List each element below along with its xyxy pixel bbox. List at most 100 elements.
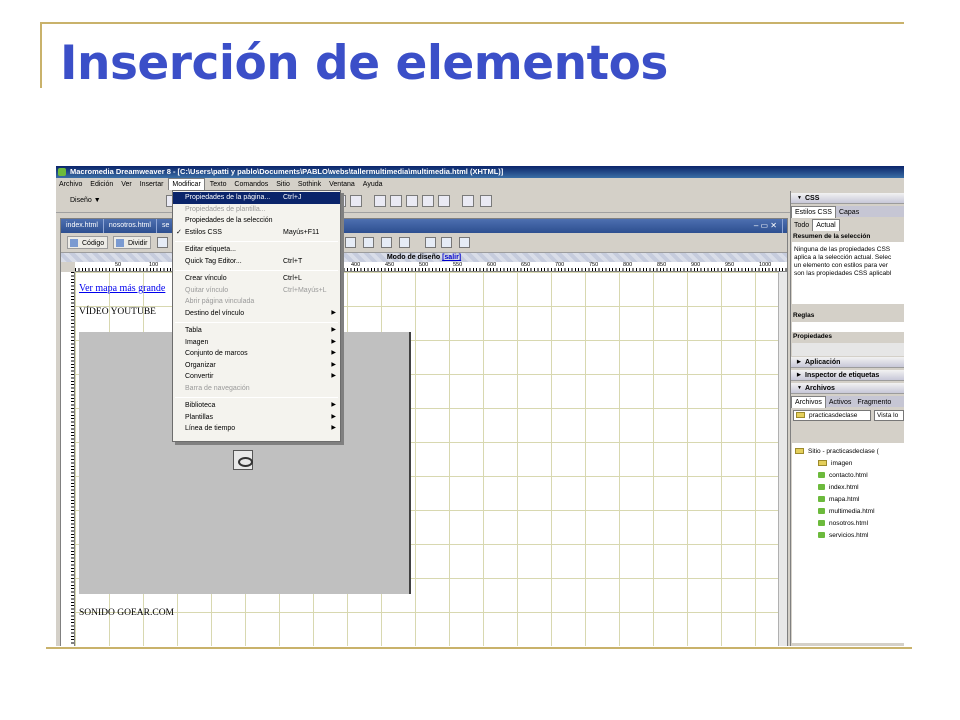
toolbar-icon[interactable]: [363, 237, 374, 248]
menu-item-image[interactable]: Imagen ▶: [173, 337, 340, 349]
vertical-scrollbar[interactable]: [778, 272, 787, 646]
file-item-mapa[interactable]: mapa.html: [818, 495, 859, 505]
design-mode-selector[interactable]: Diseño ▼: [70, 197, 101, 204]
refresh-icon[interactable]: [425, 237, 436, 248]
menu-item-page-properties[interactable]: Propiedades de la página... Ctrl+J: [173, 192, 340, 204]
submenu-arrow-icon: ▶: [331, 338, 336, 345]
summary-line: Ninguna de las propiedades CSS: [794, 246, 891, 253]
rules-label: Reglas: [793, 312, 815, 319]
menu-edicion[interactable]: Edición: [87, 178, 116, 191]
file-item-index[interactable]: index.html: [818, 483, 859, 493]
menu-item-timeline[interactable]: Línea de tiempo ▶: [173, 423, 340, 435]
toolbar-icon[interactable]: [374, 195, 386, 207]
menu-item-open-linked-page: Abrir página vinculada: [185, 298, 255, 305]
vertical-ruler: [61, 272, 75, 646]
window-controls[interactable]: – ▭ ✕: [749, 219, 783, 233]
menu-item-navigation-bar: Barra de navegación: [185, 384, 250, 392]
tab-snippets[interactable]: Fragmento: [854, 397, 894, 408]
html-file-icon: [818, 532, 825, 538]
menu-archivo[interactable]: Archivo: [56, 178, 85, 191]
toolbar-icon[interactable]: [462, 195, 474, 207]
tag-inspector-panel-header[interactable]: Inspector de etiquetas: [791, 370, 904, 381]
selection-summary-title: Resumen de la selección: [793, 233, 871, 240]
design-view-icon[interactable]: [157, 237, 168, 248]
file-item-servicios[interactable]: servicios.html: [818, 531, 868, 541]
menu-separator: [175, 270, 338, 271]
menu-item-library[interactable]: Biblioteca ▶: [173, 400, 340, 412]
menu-item-create-link[interactable]: Crear vínculo Ctrl+L: [173, 273, 340, 285]
summary-line: aplica a la selección actual. Selec: [794, 254, 892, 261]
ruler-label: 50: [115, 262, 122, 268]
submenu-arrow-icon: ▶: [331, 425, 336, 431]
menu-item-edit-tag[interactable]: Editar etiqueta...: [173, 244, 340, 256]
split-view-button[interactable]: Dividir: [113, 236, 152, 249]
slide-title: Inserción de elementos: [60, 36, 668, 91]
rules-box: [792, 322, 904, 332]
menu-item-table[interactable]: Tabla ▶: [173, 325, 340, 337]
application-panel-header[interactable]: Aplicación: [791, 357, 904, 368]
css-panel-header[interactable]: CSS: [791, 193, 904, 204]
properties-toolbar[interactable]: [792, 343, 904, 356]
menu-separator: [175, 241, 338, 242]
files-tree: Sitio - practicasdeclase ( imagen contac…: [792, 443, 904, 643]
file-item-multimedia[interactable]: multimedia.html: [818, 507, 875, 517]
files-panel-header[interactable]: Archivos: [791, 383, 904, 394]
tab-layers[interactable]: Capas: [836, 207, 862, 218]
code-view-button[interactable]: Código: [67, 236, 109, 249]
menu-ayuda[interactable]: Ayuda: [360, 178, 386, 191]
tab-index[interactable]: index.html: [61, 219, 104, 233]
html-file-icon: [818, 508, 825, 514]
tab-all[interactable]: Todo: [791, 220, 812, 231]
menu-item-templates[interactable]: Plantillas ▶: [173, 412, 340, 424]
document-toolbar: Código Dividir: [61, 233, 787, 253]
file-item-contacto[interactable]: contacto.html: [818, 471, 868, 481]
toolbar-icon[interactable]: [350, 195, 362, 207]
menu-item-css-styles[interactable]: ✓ Estilos CSS Mayús+F11: [173, 227, 340, 239]
file-item-nosotros[interactable]: nosotros.html: [818, 519, 868, 529]
toolbar-icon[interactable]: [345, 237, 356, 248]
submenu-arrow-icon: ▶: [331, 373, 336, 379]
menu-item-convert[interactable]: Convertir ▶: [173, 371, 340, 383]
visual-aids-icon[interactable]: [459, 237, 470, 248]
site-select[interactable]: practicasdeclase: [793, 410, 871, 421]
exit-design-mode-link[interactable]: [salir]: [442, 254, 461, 261]
window-title: Macromedia Dreamweaver 8 - [C:\Users\pat…: [70, 167, 504, 176]
ruler-label: 450: [385, 262, 395, 268]
file-item-imagen[interactable]: imagen: [818, 459, 852, 469]
menu-modificar[interactable]: Modificar: [168, 178, 205, 190]
menu-separator: [175, 397, 338, 398]
document-window: index.html nosotros.html se – ▭ ✕ Código D…: [60, 218, 788, 646]
toolbar-icon[interactable]: [381, 237, 392, 248]
design-mode-label: Modo de diseño: [386, 254, 441, 261]
view-select[interactable]: Vista lo: [874, 410, 904, 421]
menu-item-frameset[interactable]: Conjunto de marcos ▶: [173, 348, 340, 360]
folder-icon: [795, 448, 804, 454]
submenu-arrow-icon: ▶: [331, 327, 336, 333]
menu-separator: [175, 322, 338, 323]
toolbar-icon[interactable]: [406, 195, 418, 207]
globe-icon[interactable]: [399, 237, 410, 248]
menu-item-quick-tag-editor[interactable]: Quick Tag Editor... Ctrl+T: [173, 256, 340, 268]
menu-item-selection-properties[interactable]: Propiedades de la selección: [173, 215, 340, 227]
map-link[interactable]: Ver mapa más grande: [79, 283, 165, 294]
menu-item-link-target[interactable]: Destino del vínculo ▶: [173, 308, 340, 320]
toolbar-icon[interactable]: [390, 195, 402, 207]
site-root-item[interactable]: Sitio - practicasdeclase (: [795, 447, 879, 457]
menu-item-arrange[interactable]: Organizar ▶: [173, 360, 340, 372]
toolbar-icon[interactable]: [422, 195, 434, 207]
tab-nosotros[interactable]: nosotros.html: [104, 219, 157, 233]
folder-icon: [818, 460, 827, 466]
tab-files[interactable]: Archivos: [791, 396, 826, 408]
plugin-icon: [233, 450, 253, 470]
tab-assets[interactable]: Activos: [826, 397, 855, 408]
menu-insertar[interactable]: Insertar: [137, 178, 167, 191]
tab-css-styles[interactable]: Estilos CSS: [791, 206, 836, 218]
tab-current[interactable]: Actual: [812, 219, 840, 231]
right-panel-group: CSS Estilos CSSCapas TodoActual Resumen …: [790, 191, 904, 646]
menu-ver[interactable]: Ver: [118, 178, 135, 191]
properties-label: Propiedades: [793, 333, 833, 340]
view-options-icon[interactable]: [441, 237, 452, 248]
html-file-icon: [818, 472, 825, 478]
toolbar-icon[interactable]: [480, 195, 492, 207]
toolbar-icon[interactable]: [438, 195, 450, 207]
